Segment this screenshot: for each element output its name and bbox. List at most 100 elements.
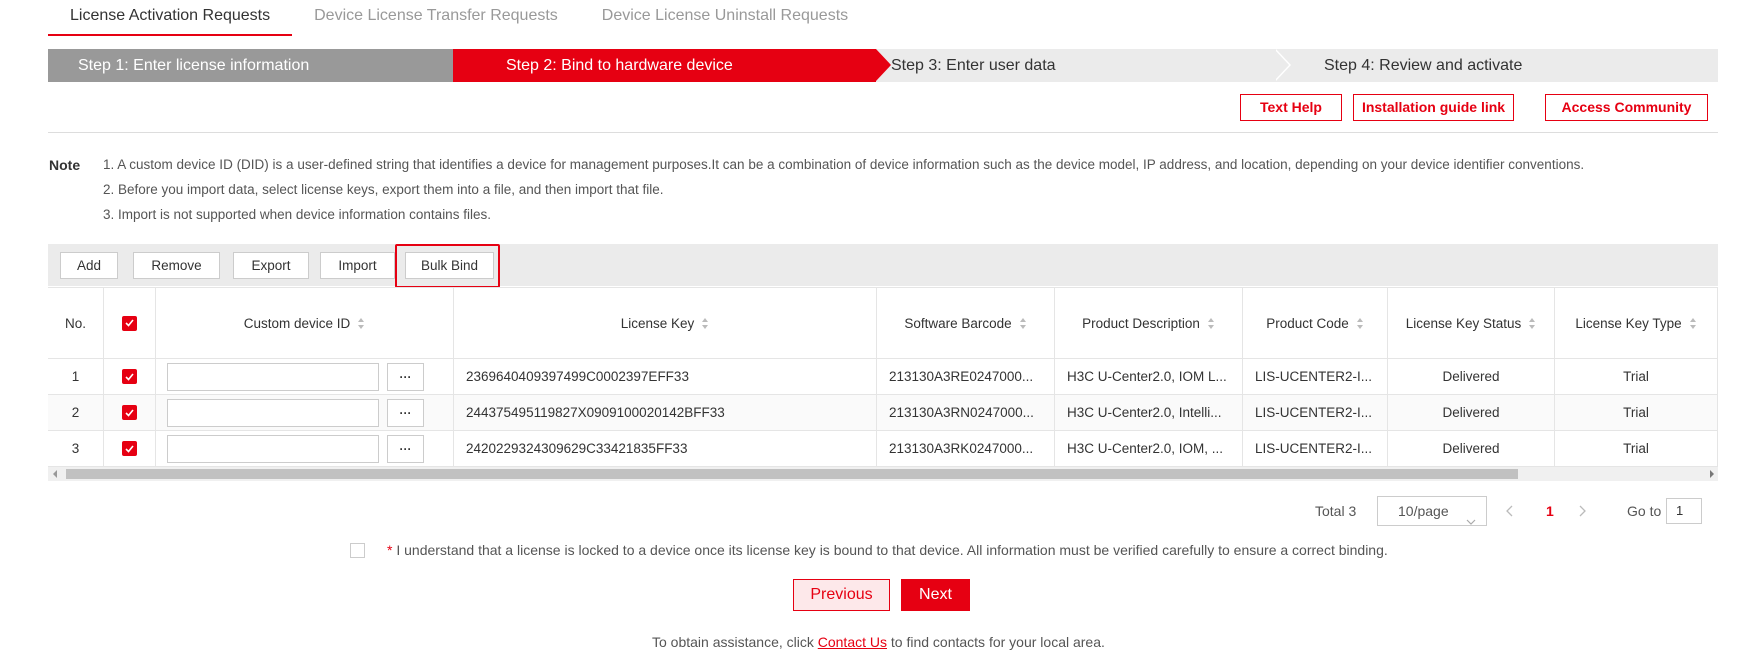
note-title: Note [49, 157, 81, 173]
agreement-label: I understand that a license is locked to… [392, 542, 1388, 558]
access-community-button[interactable]: Access Community [1545, 94, 1708, 121]
header-custom-device-id[interactable]: Custom device ID [156, 288, 454, 358]
cell-select[interactable] [104, 431, 156, 466]
step-3-label: Step 3: Enter user data [891, 57, 1056, 74]
product-code-value: LIS-UCENTER2-I... [1255, 405, 1373, 420]
description-value: H3C U-Center2.0, Intelli... [1067, 405, 1222, 420]
type-value: Trial [1623, 369, 1649, 384]
cell-type: Trial [1555, 431, 1718, 466]
header-license-key-type[interactable]: License Key Type [1555, 288, 1718, 358]
custom-device-id-input[interactable] [167, 399, 379, 427]
cell-no: 1 [48, 359, 104, 394]
request-tabs: License Activation Requests Device Licen… [48, 0, 1718, 38]
barcode-value: 213130A3RN0247000... [889, 405, 1034, 420]
product-code-value: LIS-UCENTER2-I... [1255, 369, 1373, 384]
scroll-right-icon[interactable] [1710, 470, 1714, 478]
step-3-arrow-fill [1274, 49, 1289, 81]
barcode-value: 213130A3RK0247000... [889, 441, 1034, 456]
export-button[interactable]: Export [233, 252, 309, 279]
assist-after: to find contacts for your local area. [887, 634, 1105, 650]
cell-status: Delivered [1388, 359, 1555, 394]
tab-device-license-uninstall[interactable]: Device License Uninstall Requests [580, 0, 870, 36]
select-all-checkbox[interactable] [122, 315, 137, 331]
header-software-barcode[interactable]: Software Barcode [877, 288, 1055, 358]
next-page-icon[interactable] [1579, 504, 1586, 520]
custom-device-id-input[interactable] [167, 363, 379, 391]
row-checkbox[interactable] [122, 405, 137, 420]
barcode-value: 213130A3RE0247000... [889, 369, 1034, 384]
contact-us-link[interactable]: Contact Us [818, 634, 887, 650]
step-3: Step 3: Enter user data [891, 49, 1311, 82]
row-number: 3 [71, 441, 80, 456]
header-product-description[interactable]: Product Description [1055, 288, 1243, 358]
header-license-key[interactable]: License Key [454, 288, 877, 358]
row-checkbox[interactable] [122, 441, 137, 456]
more-options-button[interactable]: ··· [387, 399, 424, 427]
sort-icon[interactable] [1019, 317, 1027, 330]
step-4-label: Step 4: Review and activate [1324, 57, 1523, 74]
license-table: No. Custom device ID License Key Softwar… [48, 287, 1718, 467]
goto-page-input[interactable]: 1 [1666, 498, 1702, 524]
more-options-button[interactable]: ··· [387, 435, 424, 463]
remove-button[interactable]: Remove [133, 252, 220, 279]
header-desc-label: Product Description [1082, 315, 1200, 331]
cell-product-description: H3C U-Center2.0, IOM, ... [1055, 431, 1243, 466]
scroll-left-icon[interactable] [53, 470, 57, 478]
chevron-down-icon [1466, 506, 1476, 534]
sort-icon[interactable] [357, 317, 365, 330]
cell-select[interactable] [104, 395, 156, 430]
cell-license-key: 2420229324309629C33421835FF33 [454, 431, 877, 466]
agreement-checkbox[interactable] [350, 543, 365, 558]
header-select-all[interactable] [104, 288, 156, 358]
header-status-label: License Key Status [1405, 315, 1522, 331]
row-number: 1 [71, 369, 80, 384]
more-options-button[interactable]: ··· [387, 363, 424, 391]
header-no: No. [48, 288, 104, 358]
table-row: 2 ··· 244375495119827X0909100020142BFF33… [48, 395, 1718, 431]
agreement-text: * I understand that a license is locked … [387, 542, 1388, 558]
page-number-current[interactable]: 1 [1546, 503, 1554, 519]
bulk-bind-highlight [395, 244, 500, 288]
page-size-value: 10/page [1398, 503, 1449, 519]
installation-guide-button[interactable]: Installation guide link [1353, 94, 1514, 121]
cell-product-code: LIS-UCENTER2-I... [1243, 431, 1388, 466]
header-product-code[interactable]: Product Code [1243, 288, 1388, 358]
cell-license-key: 2369640409397499C0002397EFF33 [454, 359, 877, 394]
header-type-label: License Key Type [1575, 315, 1682, 331]
add-button[interactable]: Add [60, 252, 118, 279]
row-checkbox[interactable] [122, 369, 137, 384]
note-line-2: 2. Before you import data, select licens… [103, 182, 664, 197]
license-key-value: 244375495119827X0909100020142BFF33 [466, 405, 725, 420]
section-divider [48, 132, 1718, 133]
cell-product-description: H3C U-Center2.0, Intelli... [1055, 395, 1243, 430]
tab-license-activation[interactable]: License Activation Requests [48, 0, 293, 36]
previous-button[interactable]: Previous [793, 579, 890, 611]
cell-status: Delivered [1388, 431, 1555, 466]
table-row: 1 ··· 2369640409397499C0002397EFF33 2131… [48, 359, 1718, 395]
table-horizontal-scrollbar[interactable] [48, 467, 1718, 481]
cell-product-description: H3C U-Center2.0, IOM L... [1055, 359, 1243, 394]
header-license-key-status[interactable]: License Key Status [1388, 288, 1555, 358]
cell-no: 2 [48, 395, 104, 430]
goto-label: Go to [1627, 503, 1662, 519]
scrollbar-thumb[interactable] [66, 469, 1518, 479]
next-button[interactable]: Next [901, 579, 970, 611]
sort-icon[interactable] [701, 317, 709, 330]
page-size-select[interactable]: 10/page [1377, 496, 1487, 526]
sort-icon[interactable] [1356, 317, 1364, 330]
text-help-button[interactable]: Text Help [1240, 94, 1342, 121]
license-key-value: 2369640409397499C0002397EFF33 [466, 369, 689, 384]
sort-icon[interactable] [1528, 317, 1536, 330]
assistance-text: To obtain assistance, click Contact Us t… [652, 634, 1105, 650]
import-button[interactable]: Import [320, 252, 395, 279]
cell-select[interactable] [104, 359, 156, 394]
custom-device-id-input[interactable] [167, 435, 379, 463]
product-code-value: LIS-UCENTER2-I... [1255, 441, 1373, 456]
previous-page-icon[interactable] [1506, 504, 1513, 520]
sort-icon[interactable] [1689, 317, 1697, 330]
sort-icon[interactable] [1207, 317, 1215, 330]
pagination-total: Total 3 [1315, 503, 1357, 519]
cell-custom-device-id: ··· [156, 359, 454, 394]
type-value: Trial [1623, 405, 1649, 420]
tab-device-license-transfer[interactable]: Device License Transfer Requests [292, 0, 580, 36]
